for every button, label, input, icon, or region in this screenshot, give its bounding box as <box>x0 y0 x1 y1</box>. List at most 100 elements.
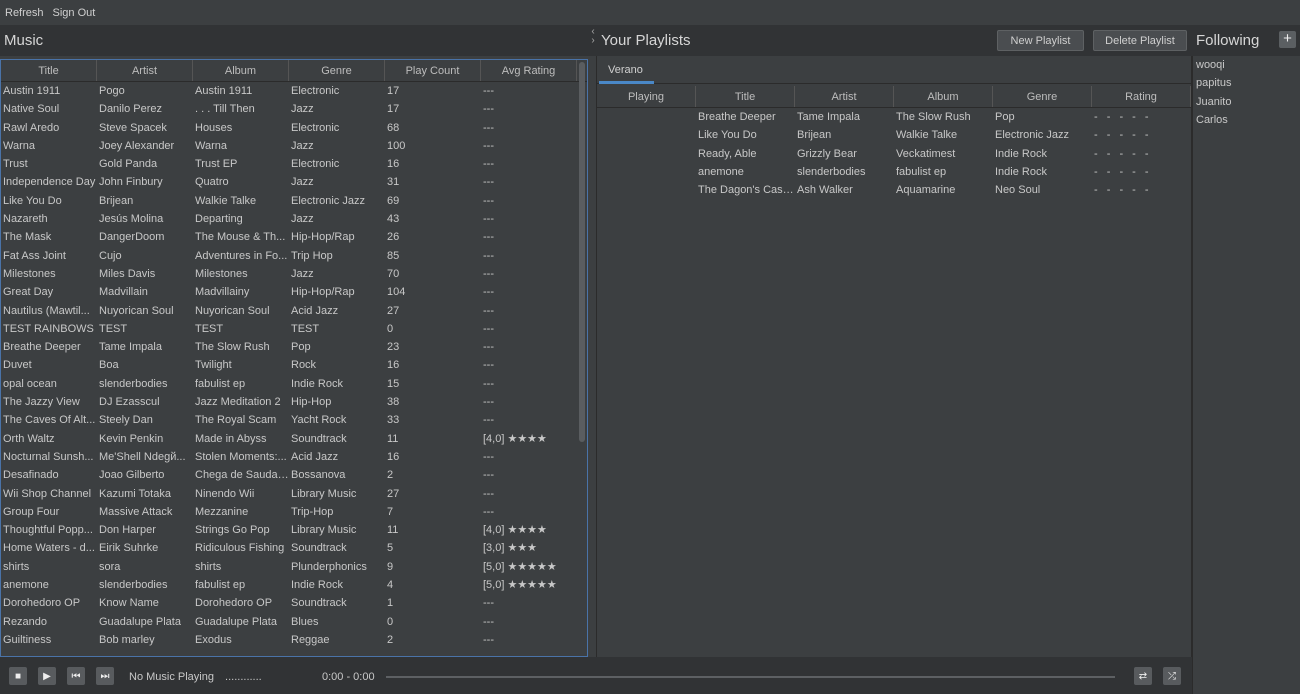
table-row[interactable]: Like You Do Brijean Walkie Talke Electronic… <box>597 126 1192 144</box>
table-cell: Tame Impala <box>99 341 162 354</box>
table-cell: --- <box>483 158 494 171</box>
table-row[interactable]: Independence Day John Finbury Quatro Jazz 31… <box>1 173 587 191</box>
rating-cell[interactable]: - - - - - <box>1092 163 1191 181</box>
table-row[interactable]: Rezando Guadalupe Plata Guadalupe Plata Blu… <box>1 613 587 631</box>
shuffle-icon[interactable]: ⤮ <box>1163 667 1181 685</box>
table-cell: TEST RAINBOWS <box>3 322 94 335</box>
table-cell: Soundtrack <box>291 432 347 445</box>
table-row[interactable]: Trust Gold Panda Trust EP Electronic 16 --- <box>1 155 587 173</box>
column-header[interactable]: Playing <box>597 86 696 107</box>
table-cell: Nocturnal Sunsh... <box>3 450 94 463</box>
table-row[interactable]: Nazareth Jesús Molina Departing Jazz 43 --- <box>1 210 587 228</box>
column-header[interactable]: Artist <box>97 60 193 81</box>
table-row[interactable]: shirts sora shirts Plunderphonics 9 [5,0] ★★★… <box>1 558 587 576</box>
sign-out-menu[interactable]: Sign Out <box>53 7 96 19</box>
following-user[interactable]: wooqi <box>1193 56 1300 74</box>
column-header[interactable]: Play Count <box>385 60 481 81</box>
table-row[interactable]: Breathe Deeper Tame Impala The Slow Rush Po… <box>597 108 1192 126</box>
table-row[interactable]: Guiltiness Bob marley Exodus Reggae 2 --- <box>1 631 587 649</box>
column-header[interactable]: Avg Rating <box>481 60 577 81</box>
rating-cell[interactable]: - - - - - <box>1092 181 1191 199</box>
table-cell: Steve Spacek <box>99 121 167 134</box>
table-row[interactable]: The Mask DangerDoom The Mouse & Th... Hip-H… <box>1 228 587 246</box>
table-cell: Hip-Hop <box>291 396 332 409</box>
table-row[interactable]: Group Four Massive Attack Mezzanine Trip-Ho… <box>1 503 587 521</box>
music-table[interactable]: Title Artist Album Genre Play Count Avg Ratin… <box>0 59 588 657</box>
table-cell: Duvet <box>3 359 32 372</box>
repeat-icon[interactable]: ⇄ <box>1134 667 1152 685</box>
playlist-table-header: Playing Title Artist Album Genre Rating <box>597 86 1192 108</box>
table-row[interactable]: Dorohedoro OP Know Name Dorohedoro OP Sound… <box>1 594 587 612</box>
table-row[interactable]: Great Day Madvillain Madvillainy Hip-Hop/Ra… <box>1 283 587 301</box>
column-header[interactable]: Genre <box>289 60 385 81</box>
table-row[interactable]: Rawl Aredo Steve Spacek Houses Electronic 68… <box>1 119 587 137</box>
table-cell: --- <box>483 469 494 482</box>
music-scrollbar[interactable] <box>579 62 585 442</box>
column-header[interactable]: Album <box>193 60 289 81</box>
refresh-menu[interactable]: Refresh <box>5 7 44 19</box>
table-row[interactable]: anemone slenderbodies fabulist ep Indie Roc… <box>1 576 587 594</box>
following-user[interactable]: Juanito <box>1193 93 1300 111</box>
table-cell: 0 <box>387 615 394 628</box>
column-header[interactable]: Title <box>1 60 97 81</box>
table-row[interactable]: Ready, Able Grizzly Bear Veckatimest Indie … <box>597 145 1192 163</box>
table-cell: 27 <box>387 304 400 317</box>
column-header[interactable]: Album <box>894 86 993 107</box>
table-row[interactable]: The Dagon's Cash... Ash Walker Aquamarine N… <box>597 181 1192 199</box>
table-row[interactable]: Native Soul Danilo Perez . . . Till Then Ja… <box>1 100 587 118</box>
table-row[interactable]: Warna Joey Alexander Warna Jazz 100 --- <box>1 137 587 155</box>
table-cell: Pop <box>995 111 1015 123</box>
table-row[interactable]: anemone slenderbodies fabulist ep Indie Roc… <box>597 163 1192 181</box>
table-row[interactable]: Fat Ass Joint Cujo Adventures in Fo... Trip… <box>1 247 587 265</box>
column-header[interactable]: Artist <box>795 86 894 107</box>
table-cell: --- <box>483 322 494 335</box>
table-row[interactable]: The Jazzy View DJ Ezasscul Jazz Meditation… <box>1 393 587 411</box>
table-cell: Fat Ass Joint <box>3 249 66 262</box>
following-user[interactable]: papitus <box>1193 74 1300 92</box>
stop-icon[interactable]: ■ <box>9 667 27 685</box>
table-row[interactable]: Nautilus (Mawtil... Nuyorican Soul Nuyoric… <box>1 302 587 320</box>
rating-cell[interactable]: - - - - - <box>1092 126 1191 144</box>
add-following-icon[interactable]: + <box>1279 31 1296 48</box>
table-cell: Rezando <box>3 615 48 628</box>
table-row[interactable]: Breathe Deeper Tame Impala The Slow Rush Po… <box>1 338 587 356</box>
table-row[interactable]: Nocturnal Sunsh... Me'Shell Ndegй... Stole… <box>1 448 587 466</box>
playlist-table[interactable]: Playing Title Artist Album Genre Rating Breat… <box>597 86 1192 199</box>
table-row[interactable]: The Caves Of Alt... Steely Dan The Royal S… <box>1 411 587 429</box>
table-row[interactable]: Desafinado Joao Gilberto Chega de Saudade B… <box>1 466 587 484</box>
table-cell: 85 <box>387 249 400 262</box>
table-row[interactable]: TEST RAINBOWS TEST TEST TEST 0 --- <box>1 320 587 338</box>
following-user[interactable]: Carlos <box>1193 111 1300 129</box>
table-cell: Reggae <box>291 633 330 646</box>
collapse-arrows-icon[interactable]: ‹ › <box>588 27 598 53</box>
time-label: 0:00 - 0:00 <box>322 671 375 683</box>
play-icon[interactable]: ▶ <box>38 667 56 685</box>
table-cell: John Finbury <box>99 176 163 189</box>
table-cell: Dorohedoro OP <box>195 597 273 610</box>
previous-icon[interactable]: ⏮ <box>67 667 85 685</box>
rating-cell[interactable]: - - - - - <box>1092 108 1191 126</box>
tab-verano[interactable]: Verano <box>599 60 654 84</box>
table-cell: Acid Jazz <box>291 304 339 317</box>
table-row[interactable]: Duvet Boa Twilight Rock 16 --- <box>1 356 587 374</box>
table-cell: Twilight <box>195 359 232 372</box>
table-row[interactable]: Home Waters - d... Eirik Suhrke Ridiculous… <box>1 539 587 557</box>
column-header[interactable]: Genre <box>993 86 1092 107</box>
rating-cell[interactable]: - - - - - <box>1092 145 1191 163</box>
column-header[interactable]: Rating <box>1092 86 1191 107</box>
table-cell: Brijean <box>797 129 832 142</box>
next-icon[interactable]: ⏭ <box>96 667 114 685</box>
delete-playlist-button[interactable]: Delete Playlist <box>1093 30 1187 51</box>
table-cell: shirts <box>3 560 30 573</box>
table-row[interactable]: Wii Shop Channel Kazumi Totaka Ninendo Wii… <box>1 485 587 503</box>
table-row[interactable]: Austin 1911 Pogo Austin 1911 Electronic 17 --… <box>1 82 587 100</box>
table-row[interactable]: opal ocean slenderbodies fabulist ep Indie … <box>1 375 587 393</box>
table-cell: Jazz <box>291 267 314 280</box>
table-row[interactable]: Milestones Miles Davis Milestones Jazz 70 --- <box>1 265 587 283</box>
table-row[interactable]: Thoughtful Popp... Don Harper Strings Go P… <box>1 521 587 539</box>
table-row[interactable]: Like You Do Brijean Walkie Talke Electronic… <box>1 192 587 210</box>
new-playlist-button[interactable]: New Playlist <box>997 30 1084 51</box>
progress-slider[interactable] <box>386 676 1115 678</box>
table-row[interactable]: Orth Waltz Kevin Penkin Made in Abyss Sound… <box>1 430 587 448</box>
column-header[interactable]: Title <box>696 86 795 107</box>
